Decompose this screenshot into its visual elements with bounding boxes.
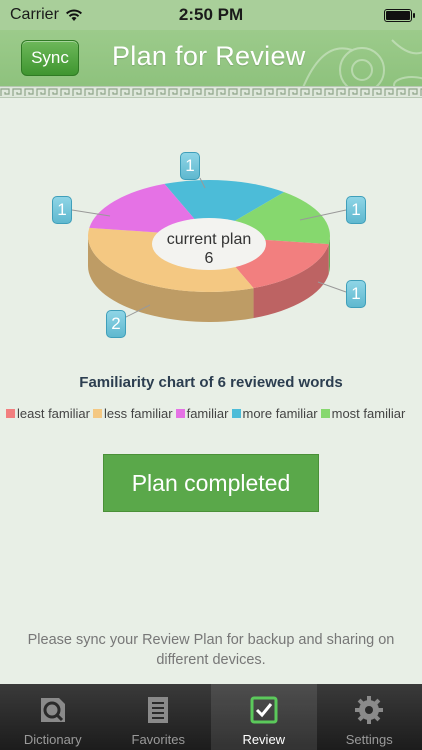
- legend-label: less familiar: [103, 406, 173, 421]
- legend-swatch: [320, 409, 330, 418]
- legend-swatch: [175, 409, 185, 418]
- pie-center-label: current plan 6: [152, 224, 266, 274]
- tab-label: Favorites: [131, 732, 185, 747]
- legend-swatch: [6, 409, 15, 418]
- legend-label: familiar: [186, 406, 229, 421]
- tab-label: Dictionary: [23, 732, 82, 747]
- tab-dictionary[interactable]: Dictionary: [0, 684, 106, 750]
- settings-icon: [355, 696, 384, 724]
- center-label-count: 6: [204, 250, 214, 267]
- tab-label: Settings: [345, 732, 393, 747]
- legend-label: more familiar: [242, 406, 318, 421]
- center-label-title: current plan: [166, 231, 252, 248]
- legend-item-more-familiar: more familiar: [231, 406, 318, 421]
- callout-least-familiar: 1: [346, 280, 366, 308]
- callout-most-familiar: 1: [346, 196, 366, 224]
- sync-info-text: Please sync your Review Plan for backup …: [27, 632, 395, 668]
- tab-favorites[interactable]: Favorites: [106, 684, 212, 750]
- legend-item-least-familiar: least familiar: [6, 406, 90, 421]
- chart-legend: least familiar less familiar familiar mo…: [6, 406, 422, 421]
- callout-more-familiar: 1: [180, 152, 200, 180]
- callout-less-familiar: 2: [106, 310, 126, 338]
- plan-completed-button[interactable]: Plan completed: [103, 454, 319, 512]
- legend-swatch: [231, 409, 241, 418]
- review-icon: [250, 696, 278, 724]
- legend-swatch: [92, 409, 102, 418]
- legend-item-familiar: familiar: [175, 406, 229, 421]
- tab-settings[interactable]: Settings: [317, 684, 422, 750]
- tab-label: Review: [242, 732, 286, 747]
- favorites-icon: [148, 697, 169, 723]
- dictionary-icon: [40, 698, 65, 722]
- legend-label: most familiar: [331, 406, 406, 421]
- callout-familiar: 1: [52, 196, 72, 224]
- callout-leader-line: [317, 281, 347, 293]
- tab-bar: Dictionary Favorites Review Settings: [0, 684, 422, 750]
- chart-caption: Familiarity chart of 6 reviewed words: [79, 374, 343, 391]
- pie-chart: [71, 177, 347, 323]
- legend-item-most-familiar: most familiar: [320, 406, 406, 421]
- legend-item-less-familiar: less familiar: [92, 406, 173, 421]
- tab-review[interactable]: Review: [211, 684, 317, 750]
- legend-label: least familiar: [17, 406, 90, 421]
